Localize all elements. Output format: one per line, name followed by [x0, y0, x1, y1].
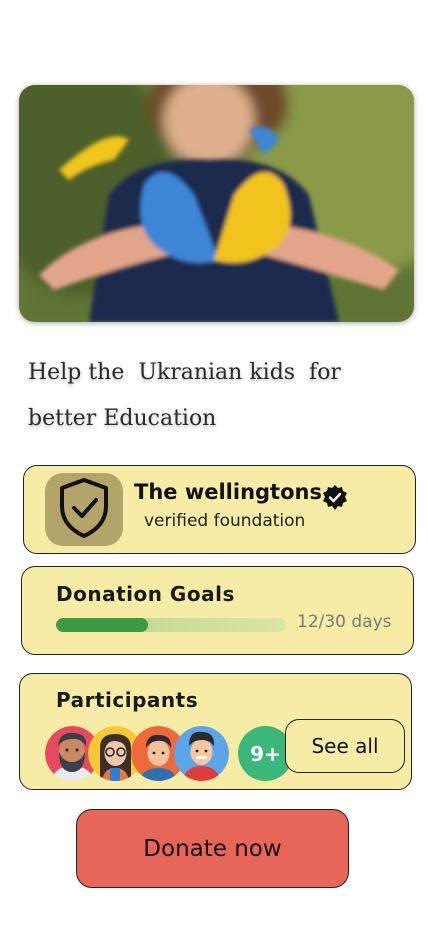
hero-image: [19, 85, 414, 322]
participants-title: Participants: [56, 688, 199, 712]
donation-goals-card: Donation Goals 12/30 days: [21, 566, 414, 655]
donation-goals-title: Donation Goals: [56, 582, 235, 606]
verified-check-icon: [321, 484, 349, 516]
donate-now-button[interactable]: Donate now: [76, 809, 349, 888]
donation-days-text: 12/30 days: [297, 612, 392, 632]
organization-card[interactable]: The wellingtons verified foundation: [23, 465, 416, 554]
man-red-shirt-avatar: [174, 726, 229, 781]
organization-subtitle: verified foundation: [144, 511, 306, 531]
participants-card: Participants 9+ See all: [19, 673, 412, 790]
participant-avatars: 9+: [45, 726, 293, 782]
see-all-button[interactable]: See all: [285, 719, 405, 773]
campaign-headline: Help the Ukranian kids for better Educat…: [28, 360, 348, 431]
donation-progress-fill: [56, 618, 148, 632]
donation-progress-bar: [56, 618, 286, 632]
shield-check-icon: [56, 476, 112, 544]
organization-name: The wellingtons: [134, 480, 322, 504]
org-badge: [45, 473, 123, 546]
